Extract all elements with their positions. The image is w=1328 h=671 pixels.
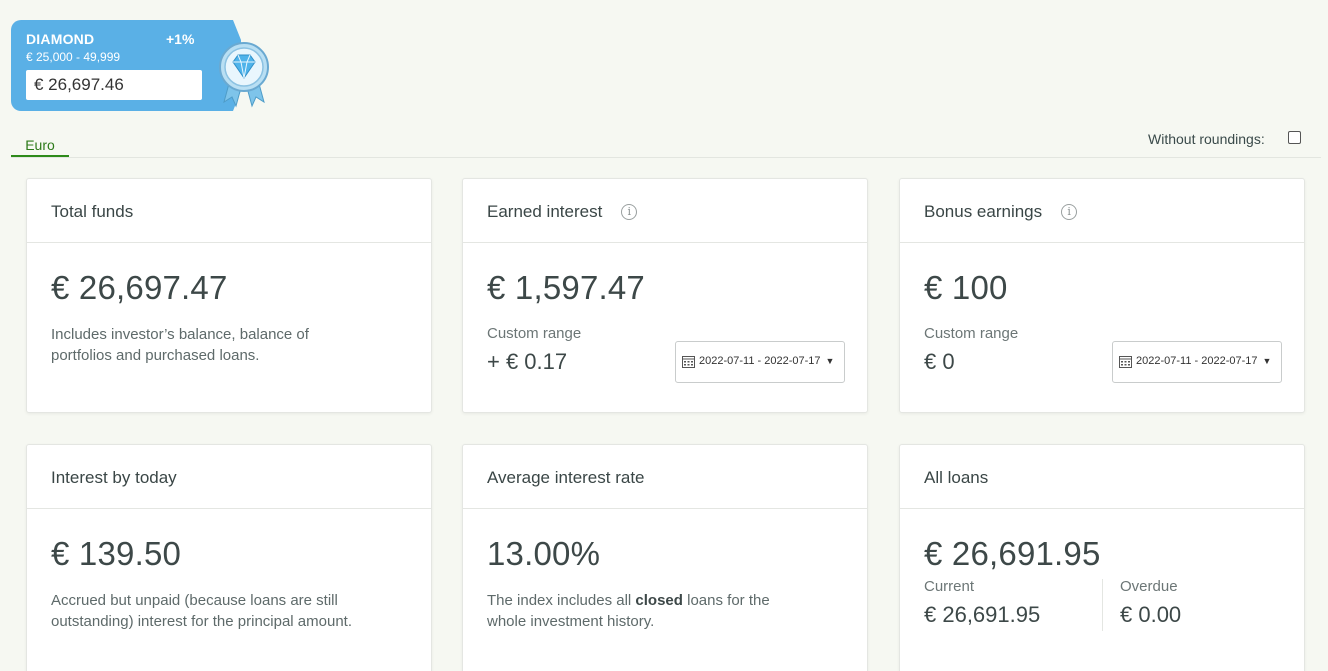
current-value: € 26,691.95	[924, 602, 1041, 627]
all-loans-value: € 26,691.95	[924, 535, 1101, 572]
total-funds-card: Total funds € 26,697.47 Includes investo…	[26, 178, 432, 413]
without-roundings-label: Without roundings:	[1148, 131, 1265, 147]
bonus-earnings-card: Bonus earnings i € 100 Custom range € 0 …	[899, 178, 1305, 413]
current-loans: Current € 26,691.95	[924, 578, 1040, 628]
date-range-text: 2022-07-11 - 2022-07-17	[1136, 355, 1258, 367]
card-title: Total funds	[27, 179, 431, 243]
custom-range-label: Custom range	[487, 325, 582, 342]
calendar-icon	[1119, 356, 1132, 368]
overdue-label: Overdue	[1120, 578, 1178, 595]
split-divider	[1102, 579, 1103, 631]
card-title: Bonus earnings i	[900, 179, 1304, 243]
date-range-picker[interactable]: 2022-07-11 - 2022-07-17 ▼	[675, 341, 845, 383]
all-loans-card: All loans € 26,691.95 Current € 26,691.9…	[899, 444, 1305, 671]
total-funds-value: € 26,697.47	[51, 269, 228, 306]
total-funds-description: Includes investor’s balance, balance of …	[51, 326, 309, 364]
interest-today-value: € 139.50	[51, 535, 182, 572]
level-bonus: +1%	[166, 31, 195, 47]
without-roundings-checkbox[interactable]	[1288, 131, 1301, 144]
overdue-value: € 0.00	[1120, 602, 1182, 627]
interest-today-description: Accrued but unpaid (because loans are st…	[51, 592, 353, 630]
info-icon[interactable]: i	[621, 204, 638, 220]
overdue-loans: Overdue € 0.00	[1120, 578, 1181, 628]
current-label: Current	[924, 578, 975, 595]
investor-level-badge: DIAMOND +1% € 25,000 - 49,999 € 26,697.4…	[11, 20, 241, 111]
tab-divider	[11, 157, 1321, 158]
bonus-earnings-value: € 100	[924, 269, 1008, 306]
card-title: Earned interest i	[463, 179, 867, 243]
chevron-down-icon: ▼	[825, 356, 835, 366]
interest-today-card: Interest by today € 139.50 Accrued but u…	[26, 444, 432, 671]
calendar-icon	[682, 356, 695, 368]
card-title: All loans	[900, 445, 1304, 509]
average-rate-card: Average interest rate 13.00% The index i…	[462, 444, 868, 671]
custom-range-value: € 0	[924, 349, 955, 374]
date-range-text: 2022-07-11 - 2022-07-17	[699, 355, 821, 367]
tab-euro[interactable]: Euro	[11, 137, 69, 157]
chevron-down-icon: ▼	[1262, 356, 1272, 366]
average-rate-description: The index includes all closed loans for …	[487, 592, 770, 630]
earned-interest-card: Earned interest i € 1,597.47 Custom rang…	[462, 178, 868, 413]
card-title: Interest by today	[27, 445, 431, 509]
average-rate-value: 13.00%	[487, 535, 601, 572]
level-range: € 25,000 - 49,999	[26, 50, 121, 64]
diamond-medal-icon	[219, 42, 269, 108]
level-name: DIAMOND	[26, 31, 95, 47]
info-icon[interactable]: i	[1061, 204, 1078, 220]
level-amount: € 26,697.46	[26, 70, 202, 100]
earned-interest-value: € 1,597.47	[487, 269, 645, 306]
date-range-picker[interactable]: 2022-07-11 - 2022-07-17 ▼	[1112, 341, 1282, 383]
card-title: Average interest rate	[463, 445, 867, 509]
custom-range-value: + € 0.17	[487, 349, 568, 374]
custom-range-label: Custom range	[924, 325, 1019, 342]
